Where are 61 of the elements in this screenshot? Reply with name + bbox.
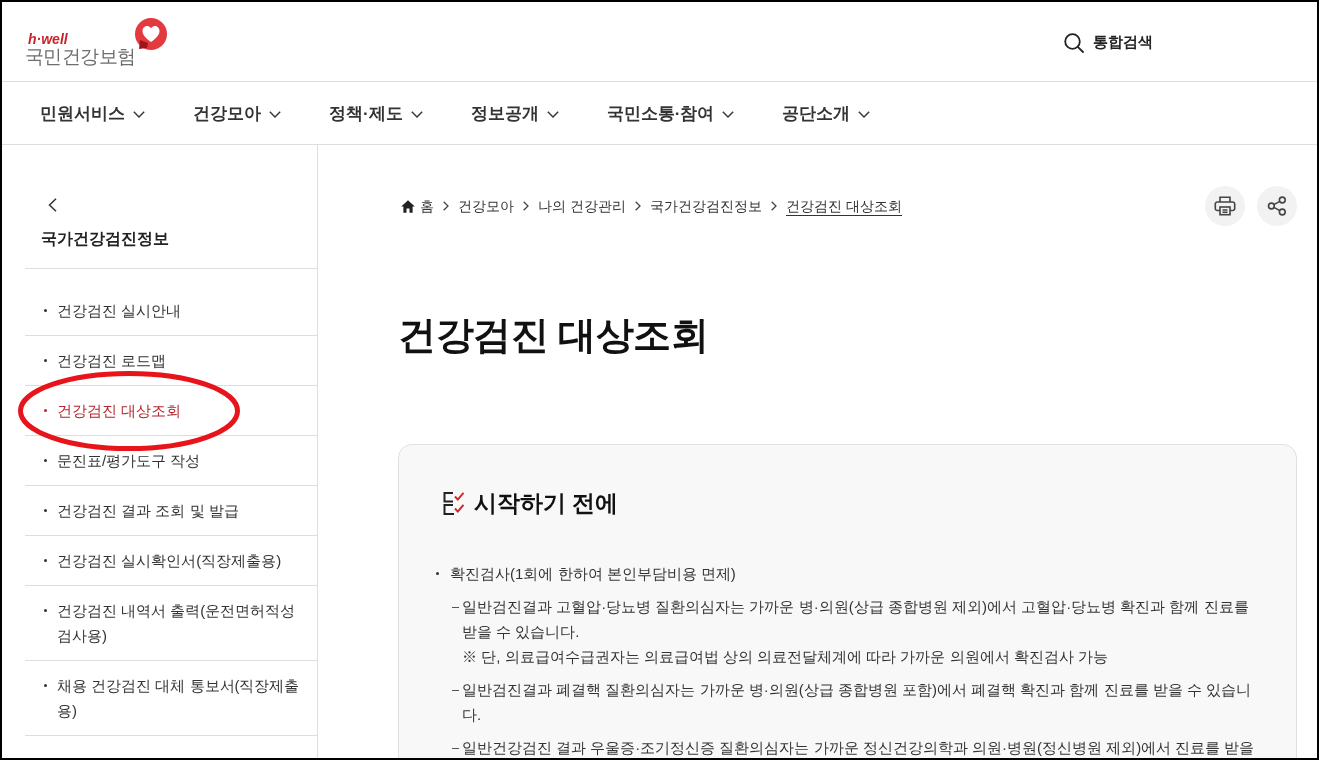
sidebar-link[interactable]: 건강검진 대상조회 — [25, 386, 317, 435]
bullet-icon — [44, 684, 47, 687]
search-button[interactable]: 통합검색 — [1064, 32, 1153, 53]
share-icon — [1267, 196, 1287, 216]
page-title: 건강검진 대상조회 — [398, 313, 710, 358]
nav-menu-item[interactable]: 정책·제도 — [329, 101, 423, 125]
home-icon — [401, 199, 415, 213]
notice-text: 일반검진결과 폐결핵 질환의심자는 가까운 병·의원(상급 종합병원 포함)에서 폐결핵 확진과 함께 진료를 받을 수 있습니다. — [462, 680, 1253, 725]
chevron-down-icon — [546, 110, 559, 118]
nav-menu-item[interactable]: 국민소통·참여 — [606, 101, 735, 125]
breadcrumb-link[interactable]: 나의 건강관리 — [538, 196, 626, 216]
bullet-icon — [44, 609, 47, 612]
printer-icon — [1214, 196, 1236, 216]
chevron-down-icon — [269, 110, 281, 118]
logo-tagline[interactable]: h·well — [25, 32, 136, 46]
bullet-icon — [44, 509, 47, 512]
chevron-down-icon — [410, 110, 423, 118]
sidebar-link[interactable]: 건강검진 결과 조회 및 발급 — [25, 486, 317, 535]
dash-icon — [452, 748, 459, 749]
bullet-icon — [44, 359, 47, 362]
chevron-down-icon — [722, 110, 735, 118]
sidebar-title: 국가건강검진정보 — [40, 229, 170, 249]
notice-heading: 시작하기 전에 — [474, 489, 619, 517]
search-icon — [1064, 32, 1084, 53]
back-chevron-icon[interactable] — [48, 198, 57, 212]
heart-bubble-icon[interactable] — [135, 18, 169, 50]
breadcrumb-link[interactable]: 국가건강검진정보 — [649, 196, 762, 216]
chevron-right-icon — [770, 201, 777, 211]
sidebar-link[interactable]: 채용 건강검진 대체 통보서(직장제출용) — [25, 661, 317, 735]
sidebar-link[interactable]: 문진표/평가도구 작성 — [25, 436, 317, 485]
sidebar-link[interactable]: 건강검진 내역서 출력(운전면허적성검사용) — [25, 586, 317, 660]
bullet-icon — [44, 559, 47, 562]
chevron-right-icon — [634, 201, 641, 211]
notice-text: 확진검사(1회에 한하여 본인부담비용 면제) — [450, 564, 737, 584]
bullet-icon — [44, 409, 47, 412]
nav-menu-item[interactable]: 공단소개 — [782, 101, 871, 125]
bullet-icon — [436, 572, 439, 575]
dash-icon — [452, 690, 459, 691]
breadcrumb-link[interactable]: 건강모아 — [458, 196, 514, 216]
bullet-icon — [44, 309, 47, 312]
breadcrumb-link[interactable]: 건강검진 대상조회 — [785, 197, 902, 216]
chevron-right-icon — [523, 201, 529, 211]
sidebar-link[interactable]: 건강검진 로드맵 — [25, 336, 317, 385]
nav-menu-item[interactable]: 정보공개 — [470, 101, 559, 125]
checklist-icon — [442, 490, 466, 516]
print-button[interactable] — [1205, 186, 1245, 226]
chevron-right-icon — [443, 201, 449, 211]
nav-menu-item[interactable]: 건강모아 — [193, 101, 281, 125]
chevron-down-icon — [858, 110, 871, 118]
notice-note: ※ 단, 의료급여수급권자는 의료급여법 상의 의료전달체계에 따라 가까운 의원에서 확진검사 가능 — [462, 647, 1109, 667]
nav-menu-item[interactable]: 민원서비스 — [40, 101, 145, 125]
bullet-icon — [44, 459, 47, 462]
notice-text: 일반검진결과 고혈압·당뇨병 질환의심자는 가까운 병·의원(상급 종합병원 제외)에서 고혈압·당뇨병 확진과 함께 진료를 받을 수 있습니다. — [462, 597, 1250, 642]
sidebar-link[interactable]: 건강검진 실시확인서(직장제출용) — [25, 536, 317, 585]
breadcrumb-link[interactable]: 홈 — [401, 196, 434, 216]
notice-text: 일반건강검진 결과 우울증·조기정신증 질환의심자는 가까운 정신건강의학과 의원·병원(정신병원 제외)에서 진료를 받을 — [462, 738, 1256, 758]
logo-name[interactable]: 국민건강보험 — [25, 46, 136, 67]
share-button[interactable] — [1257, 186, 1297, 226]
dash-icon — [452, 607, 459, 608]
sidebar-link[interactable]: 건강검진 실시안내 — [25, 286, 317, 335]
chevron-down-icon — [133, 110, 145, 118]
